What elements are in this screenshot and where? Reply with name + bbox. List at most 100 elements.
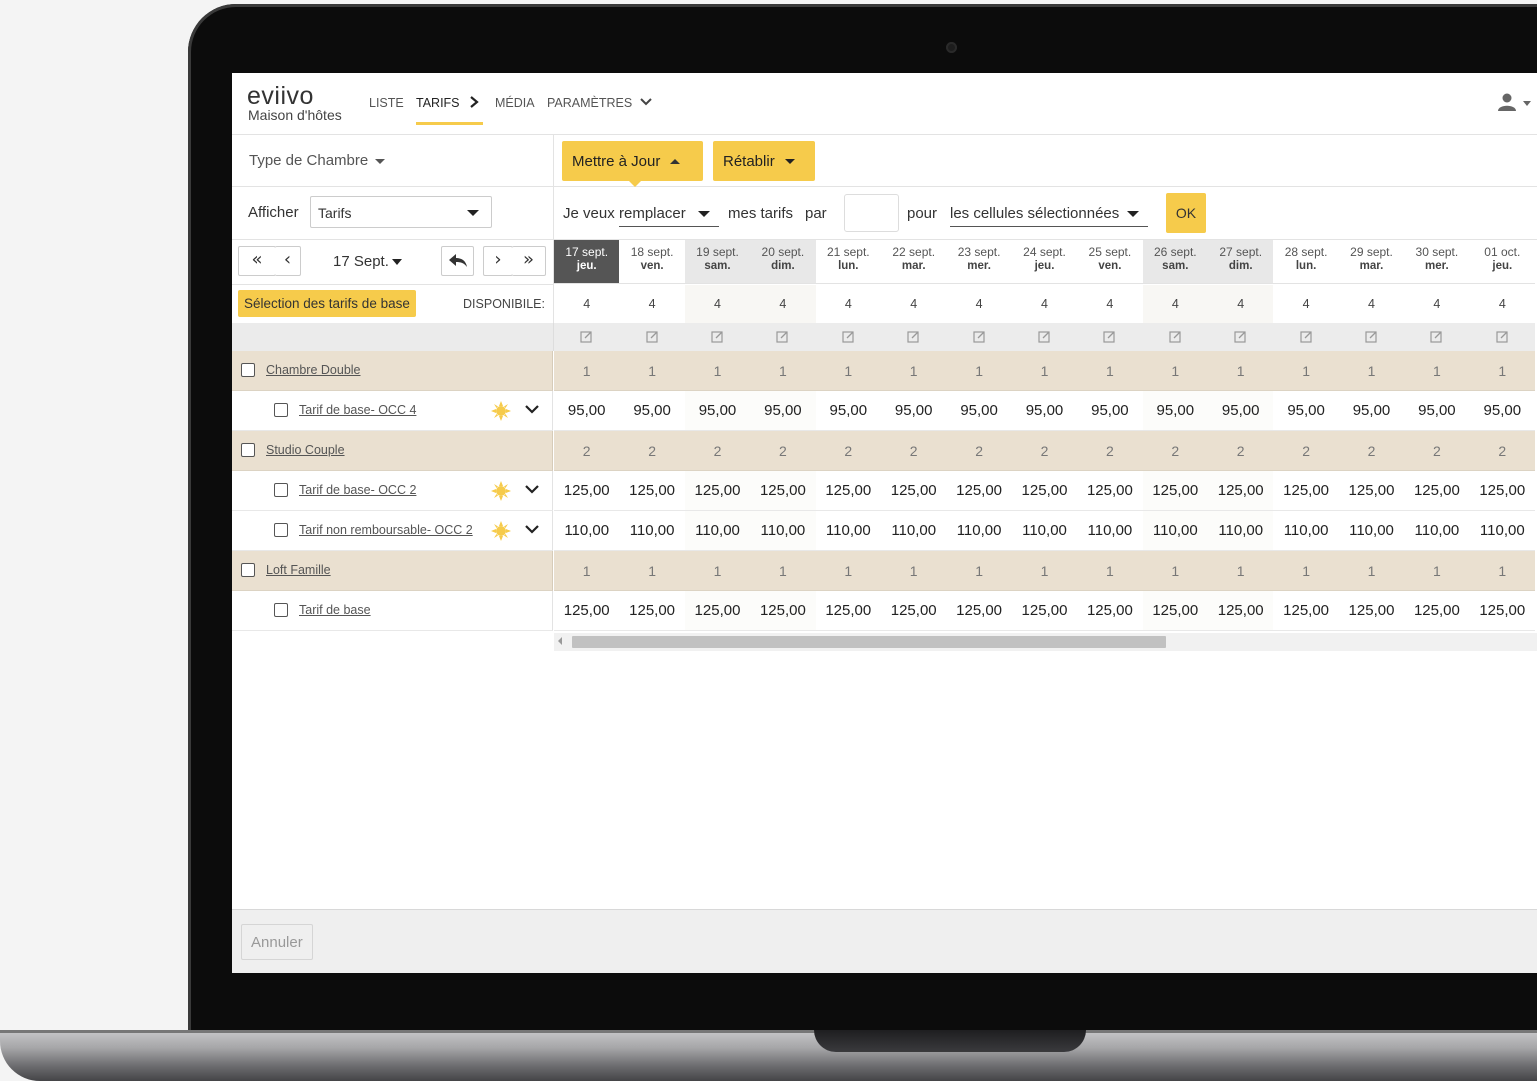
date-header[interactable]: 25 sept. ven.	[1077, 240, 1143, 284]
rate-cell[interactable]: 110,00	[684, 511, 751, 551]
afficher-select[interactable]: Tarifs	[310, 196, 492, 228]
rate-cell[interactable]: 125,00	[946, 591, 1012, 631]
room-count-cell[interactable]: 2	[1469, 431, 1535, 471]
nav-media[interactable]: MÉDIA	[495, 96, 535, 110]
room-name-link[interactable]: Studio Couple	[266, 443, 345, 457]
rate-cell[interactable]: 95,00	[946, 391, 1012, 431]
rate-cell[interactable]: 110,00	[815, 511, 881, 551]
rate-cell[interactable]: 125,00	[1404, 471, 1470, 511]
availability-cell[interactable]: 4	[881, 285, 946, 323]
room-count-cell[interactable]: 2	[1404, 431, 1470, 471]
room-count-cell[interactable]: 1	[946, 351, 1012, 391]
edit-cell[interactable]	[1077, 323, 1143, 351]
room-count-cell[interactable]: 1	[1469, 551, 1535, 591]
update-button[interactable]: Mettre à Jour	[562, 141, 703, 181]
rate-cell[interactable]: 95,00	[1077, 391, 1143, 431]
room-type-dropdown[interactable]: Type de Chambre	[249, 152, 386, 169]
edit-cell[interactable]	[1142, 323, 1208, 351]
availability-cell[interactable]: 4	[554, 285, 619, 323]
room-count-cell[interactable]: 1	[750, 351, 816, 391]
row-checkbox[interactable]	[274, 483, 288, 497]
room-count-cell[interactable]: 2	[1273, 431, 1339, 471]
room-count-cell[interactable]: 1	[1077, 551, 1143, 591]
room-count-cell[interactable]: 1	[1142, 351, 1208, 391]
rate-cell[interactable]: 95,00	[1011, 391, 1078, 431]
rate-cell[interactable]: 125,00	[815, 471, 881, 511]
room-count-cell[interactable]: 1	[750, 551, 816, 591]
date-header[interactable]: 24 sept. jeu.	[1011, 240, 1078, 284]
rate-name-link[interactable]: Tarif de base	[299, 603, 371, 617]
rate-cell[interactable]: 110,00	[1273, 511, 1339, 551]
rate-cell[interactable]: 125,00	[1273, 591, 1339, 631]
value-input[interactable]	[844, 194, 899, 232]
room-count-cell[interactable]: 1	[1273, 351, 1339, 391]
chevron-down-icon[interactable]	[525, 404, 539, 414]
rate-cell[interactable]: 125,00	[946, 471, 1012, 511]
target-select[interactable]: les cellules sélectionnées	[950, 205, 1148, 227]
rate-cell[interactable]: 125,00	[815, 591, 881, 631]
back-today-button[interactable]	[441, 246, 474, 276]
room-count-cell[interactable]: 1	[684, 551, 751, 591]
rate-cell[interactable]: 110,00	[619, 511, 685, 551]
rate-cell[interactable]: 125,00	[684, 591, 751, 631]
row-checkbox[interactable]	[274, 603, 288, 617]
availability-cell[interactable]: 4	[1339, 285, 1404, 323]
rate-cell[interactable]: 110,00	[1142, 511, 1208, 551]
room-count-cell[interactable]: 1	[1273, 551, 1339, 591]
rate-cell[interactable]: 110,00	[1011, 511, 1078, 551]
availability-cell[interactable]: 4	[946, 285, 1011, 323]
rate-cell[interactable]: 95,00	[1142, 391, 1208, 431]
availability-cell[interactable]: 4	[684, 285, 751, 323]
previous-button[interactable]: ‹	[275, 246, 301, 276]
rate-cell[interactable]: 95,00	[619, 391, 685, 431]
room-count-cell[interactable]: 2	[1208, 431, 1274, 471]
base-rates-button[interactable]: Sélection des tarifs de base	[238, 290, 416, 317]
room-count-cell[interactable]: 1	[1404, 351, 1470, 391]
row-checkbox[interactable]	[241, 563, 255, 577]
edit-cell[interactable]	[684, 323, 751, 351]
rate-cell[interactable]: 110,00	[554, 511, 620, 551]
date-header[interactable]: 30 sept. mer.	[1404, 240, 1470, 284]
date-header[interactable]: 01 oct. jeu.	[1469, 240, 1535, 284]
rate-cell[interactable]: 125,00	[1077, 591, 1143, 631]
row-checkbox[interactable]	[241, 363, 255, 377]
edit-cell[interactable]	[815, 323, 881, 351]
room-count-cell[interactable]: 1	[1011, 551, 1078, 591]
rate-cell[interactable]: 125,00	[554, 591, 620, 631]
room-count-cell[interactable]: 1	[1404, 551, 1470, 591]
room-count-cell[interactable]: 2	[1077, 431, 1143, 471]
rate-cell[interactable]: 125,00	[1011, 471, 1078, 511]
room-count-cell[interactable]: 1	[881, 351, 947, 391]
date-header[interactable]: 18 sept. ven.	[619, 240, 685, 284]
room-name-link[interactable]: Loft Famille	[266, 563, 331, 577]
room-count-cell[interactable]: 1	[619, 551, 685, 591]
room-count-cell[interactable]: 2	[1011, 431, 1078, 471]
room-count-cell[interactable]: 2	[1338, 431, 1405, 471]
chevron-down-icon[interactable]	[525, 484, 539, 494]
room-name-link[interactable]: Chambre Double	[266, 363, 361, 377]
room-count-cell[interactable]: 1	[1077, 351, 1143, 391]
rate-cell[interactable]: 95,00	[1469, 391, 1535, 431]
room-count-cell[interactable]: 2	[619, 431, 685, 471]
nav-parametres[interactable]: PARAMÈTRES	[547, 96, 652, 110]
availability-cell[interactable]: 4	[1142, 285, 1208, 323]
room-count-cell[interactable]: 1	[1338, 351, 1405, 391]
rate-cell[interactable]: 125,00	[881, 471, 947, 511]
next-button[interactable]: ›	[483, 246, 513, 276]
rate-cell[interactable]: 125,00	[881, 591, 947, 631]
rate-cell[interactable]: 125,00	[1142, 471, 1208, 511]
edit-cell[interactable]	[881, 323, 947, 351]
rate-cell[interactable]: 125,00	[684, 471, 751, 511]
availability-cell[interactable]: 4	[1012, 285, 1077, 323]
rate-cell[interactable]: 125,00	[1338, 591, 1405, 631]
room-count-cell[interactable]: 1	[815, 551, 881, 591]
room-count-cell[interactable]: 1	[815, 351, 881, 391]
nav-liste[interactable]: LISTE	[369, 96, 404, 110]
edit-cell[interactable]	[619, 323, 685, 351]
rate-cell[interactable]: 125,00	[750, 591, 816, 631]
rate-cell[interactable]: 125,00	[1273, 471, 1339, 511]
rate-cell[interactable]: 110,00	[1404, 511, 1470, 551]
sun-icon[interactable]	[490, 480, 512, 502]
availability-cell[interactable]: 4	[1077, 285, 1142, 323]
rate-name-link[interactable]: Tarif non remboursable- OCC 2	[299, 523, 473, 537]
